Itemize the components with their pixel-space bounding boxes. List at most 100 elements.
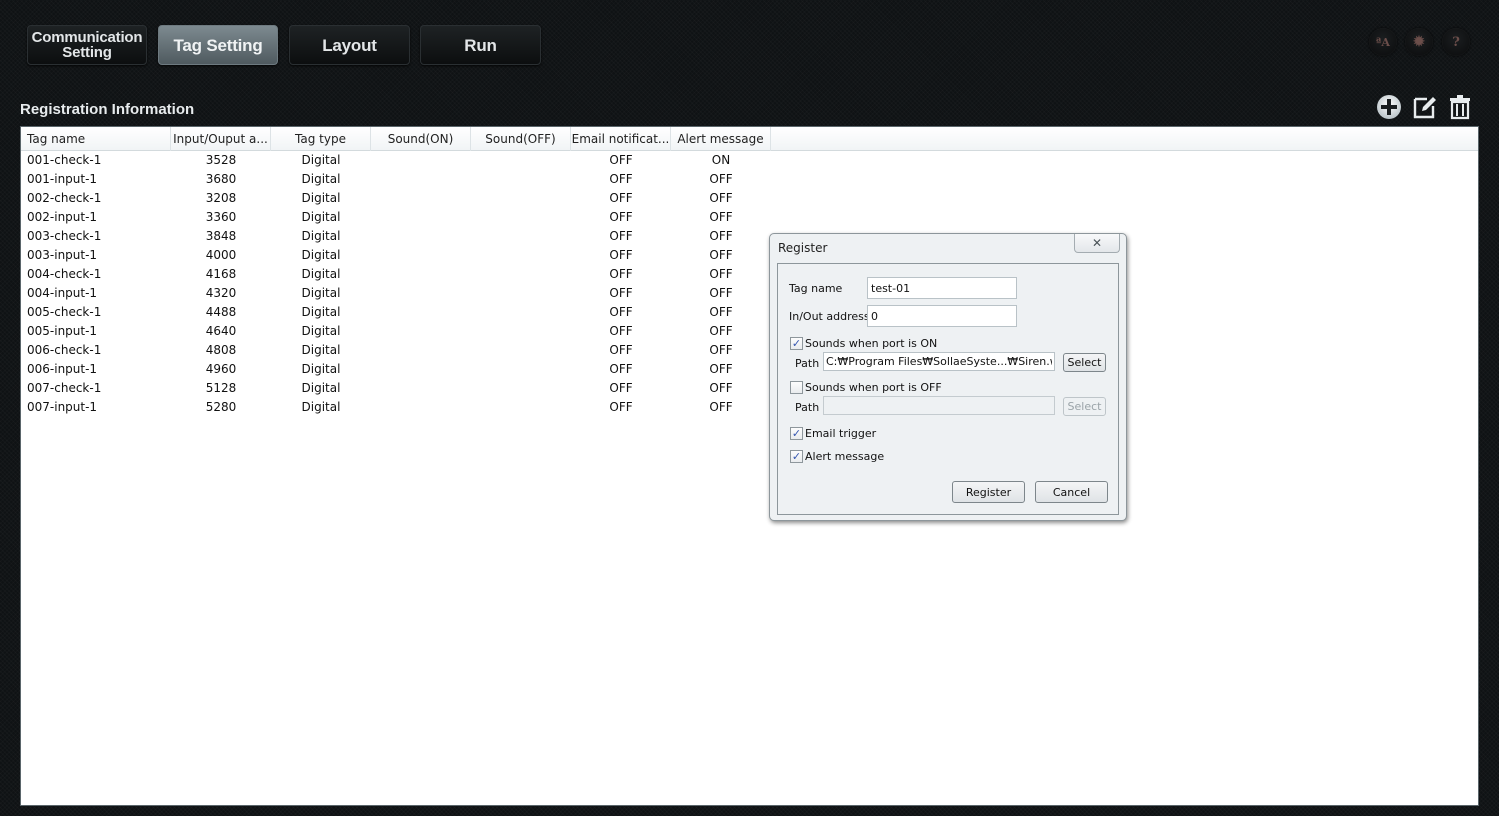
column-header-sound-on[interactable]: Sound(ON) [371,127,471,151]
add-icon[interactable] [1375,93,1403,121]
email-trigger-label: Email trigger [805,427,877,440]
table-row[interactable]: 005-input-1 4640 Digital OFF OFF [21,322,1478,341]
cell-io-address: 4960 [205,362,237,376]
cell-tag-type: Digital [301,362,341,376]
cell-sound-on [371,246,471,265]
cell-alert-message: OFF [709,229,733,243]
cell-io-address: 4000 [205,248,237,262]
cell-sound-off [471,170,571,189]
column-header-tag-type[interactable]: Tag type [271,127,371,151]
cell-email-notification: OFF [609,210,633,224]
sound-on-path-input[interactable] [823,352,1055,371]
check-icon: ✓ [791,337,802,350]
register-button[interactable]: Register [952,481,1025,503]
table-row[interactable]: 007-check-1 5128 Digital OFF OFF [21,379,1478,398]
sound-off-label: Sounds when port is OFF [805,381,942,394]
cell-tag-type: Digital [301,305,341,319]
column-header-email[interactable]: Email notificat... [571,127,671,151]
cell-tag-type: Digital [301,172,341,186]
cell-tag-type: Digital [301,191,341,205]
cell-sound-on [371,151,471,170]
registration-table: Tag name Input/Ouput a... Tag type Sound… [20,126,1479,806]
cell-tag-type: Digital [301,210,341,224]
cell-email-notification: OFF [609,381,633,395]
table-row[interactable]: 001-check-1 3528 Digital OFF ON [21,151,1478,170]
tab-communication-setting[interactable]: Communication Setting [27,25,147,65]
cell-tag-type: Digital [301,381,341,395]
cell-alert-message: OFF [709,305,733,319]
table-row[interactable]: 004-check-1 4168 Digital OFF OFF [21,265,1478,284]
cell-alert-message: OFF [709,267,733,281]
alert-message-checkbox[interactable]: ✓ [790,450,803,463]
cell-tag-type: Digital [301,248,341,262]
cell-io-address: 3208 [205,191,237,205]
check-icon: ✓ [791,450,802,463]
cell-alert-message: OFF [709,381,733,395]
cell-tag-type: Digital [301,153,341,167]
address-label: In/Out address [789,310,870,323]
cell-tag-name: 007-check-1 [27,381,102,395]
dialog-title: Register [778,241,828,255]
cell-sound-on [371,265,471,284]
table-row[interactable]: 002-input-1 3360 Digital OFF OFF [21,208,1478,227]
settings-button[interactable]: ✹ [1405,28,1433,56]
cancel-button[interactable]: Cancel [1035,481,1108,503]
cell-io-address: 4640 [205,324,237,338]
sound-off-checkbox[interactable] [790,381,803,394]
tab-layout[interactable]: Layout [289,25,410,65]
table-row[interactable]: 002-check-1 3208 Digital OFF OFF [21,189,1478,208]
column-header-alert[interactable]: Alert message [671,127,771,151]
tag-name-input[interactable] [867,277,1017,299]
tab-run[interactable]: Run [420,25,541,65]
column-header-io-address[interactable]: Input/Ouput a... [171,127,271,151]
table-row[interactable]: 003-input-1 4000 Digital OFF OFF [21,246,1478,265]
table-row[interactable]: 006-input-1 4960 Digital OFF OFF [21,360,1478,379]
cell-alert-message: OFF [709,324,733,338]
cell-io-address: 5280 [205,400,237,414]
sound-off-path-input[interactable] [823,396,1055,415]
cell-tag-name: 006-input-1 [27,362,98,376]
tab-tag-setting[interactable]: Tag Setting [158,25,278,65]
sound-on-select-button[interactable]: Select [1063,353,1106,372]
cell-tag-type: Digital [301,343,341,357]
section-title: Registration Information [20,101,195,118]
column-header-sound-off[interactable]: Sound(OFF) [471,127,571,151]
cell-io-address: 3848 [205,229,237,243]
dialog-body: Tag name In/Out address ✓ Sounds when po… [777,263,1119,515]
sound-off-path-label: Path [795,401,820,414]
sound-on-checkbox[interactable]: ✓ [790,337,803,350]
table-row[interactable]: 005-check-1 4488 Digital OFF OFF [21,303,1478,322]
tab-tag-setting-label: Tag Setting [173,35,263,55]
cell-email-notification: OFF [609,172,633,186]
help-button[interactable]: ? [1442,28,1470,56]
cell-email-notification: OFF [609,267,633,281]
cell-tag-name: 002-check-1 [27,191,102,205]
cell-sound-off [471,151,571,170]
address-input[interactable] [867,305,1017,327]
sound-off-select-button[interactable]: Select [1063,397,1106,416]
cell-alert-message: OFF [709,210,733,224]
register-dialog: Register ✕ Tag name In/Out address ✓ Sou… [769,233,1127,521]
font-size-button[interactable]: ªA [1369,28,1397,56]
cell-email-notification: OFF [609,153,633,167]
close-icon: ✕ [1091,236,1103,250]
tag-name-label: Tag name [789,282,843,295]
table-header: Tag name Input/Ouput a... Tag type Sound… [21,127,1478,151]
edit-icon[interactable] [1411,93,1439,121]
cell-sound-off [471,189,571,208]
check-icon: ✓ [791,427,802,440]
cell-alert-message: OFF [709,172,733,186]
table-row[interactable]: 007-input-1 5280 Digital OFF OFF [21,398,1478,417]
table-row[interactable]: 003-check-1 3848 Digital OFF OFF [21,227,1478,246]
cell-alert-message: OFF [709,191,733,205]
cell-io-address: 3528 [205,153,237,167]
table-row[interactable]: 006-check-1 4808 Digital OFF OFF [21,341,1478,360]
email-trigger-checkbox[interactable]: ✓ [790,427,803,440]
delete-icon[interactable] [1446,93,1474,121]
cell-sound-off [471,379,571,398]
table-row[interactable]: 004-input-1 4320 Digital OFF OFF [21,284,1478,303]
tab-layout-label: Layout [322,35,377,55]
dialog-close-button[interactable]: ✕ [1074,234,1120,253]
column-header-tag-name[interactable]: Tag name [21,127,171,151]
table-row[interactable]: 001-input-1 3680 Digital OFF OFF [21,170,1478,189]
